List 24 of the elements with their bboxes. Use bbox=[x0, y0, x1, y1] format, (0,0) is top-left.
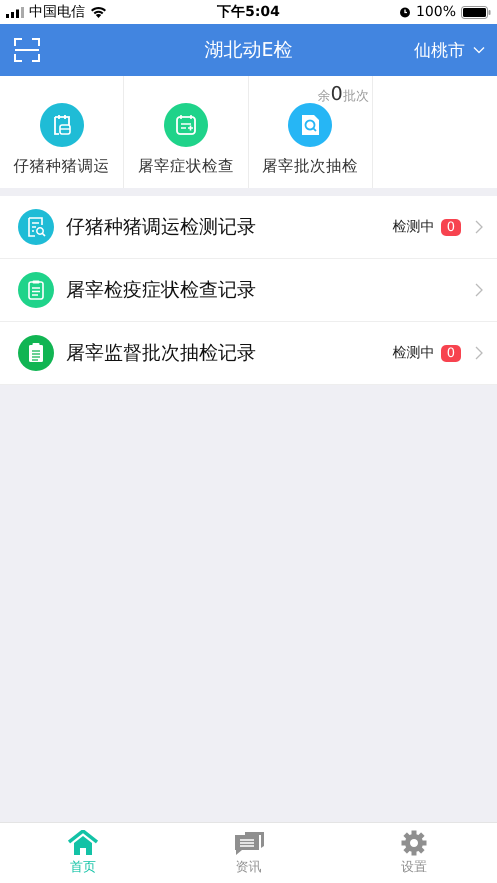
chevron-right-icon bbox=[475, 220, 483, 234]
alarm-icon bbox=[398, 6, 411, 18]
app-title: 湖北动E检 bbox=[204, 38, 292, 63]
chat-bubbles-icon bbox=[232, 830, 264, 856]
home-icon bbox=[66, 830, 99, 856]
chevron-right-icon bbox=[475, 346, 483, 360]
count-badge: 0 bbox=[440, 218, 461, 236]
carrier-name: 中国电信 bbox=[29, 3, 85, 21]
wifi-icon bbox=[90, 6, 107, 18]
status-label: 检测中 bbox=[392, 344, 435, 362]
record-row[interactable]: 仔猪种猪调运检测记录 检测中 0 bbox=[0, 196, 497, 259]
chevron-right-icon bbox=[475, 283, 483, 297]
status-label: 检测中 bbox=[392, 218, 435, 236]
chevron-down-icon bbox=[473, 46, 485, 54]
count-badge: 0 bbox=[440, 344, 461, 362]
remaining-batches: 余0批次 bbox=[318, 83, 369, 105]
status-time: 下午5:04 bbox=[217, 3, 280, 21]
scan-button[interactable] bbox=[12, 36, 42, 64]
record-row[interactable]: 屠宰检疫症状检查记录 bbox=[0, 259, 497, 322]
battery-percent: 100% bbox=[416, 4, 456, 20]
battery-icon bbox=[461, 6, 491, 18]
city-dropdown[interactable]: 仙桃市 bbox=[414, 38, 485, 62]
signal-icon bbox=[6, 6, 24, 18]
record-row[interactable]: 屠宰监督批次抽检记录 检测中 0 bbox=[0, 322, 497, 385]
